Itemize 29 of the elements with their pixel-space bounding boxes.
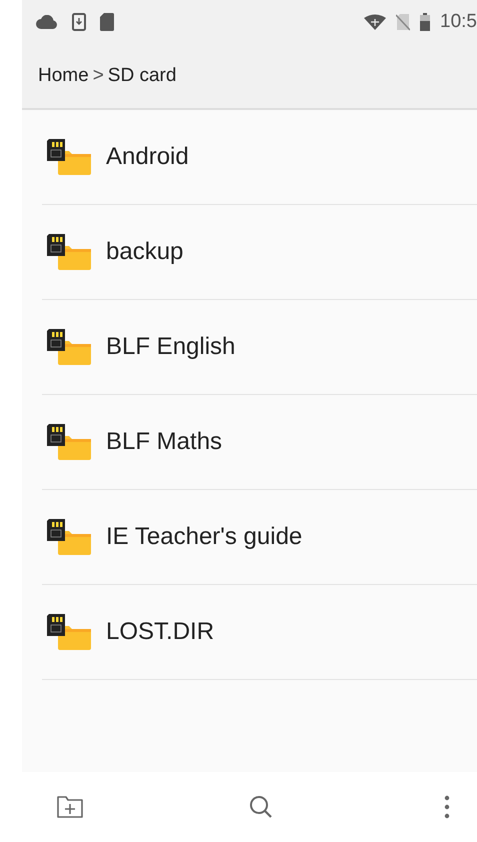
download-icon [72,13,86,31]
breadcrumb-separator: > [92,65,104,87]
folder-name: LOST.DIR [106,618,214,646]
sd-folder-icon [46,139,92,175]
sd-folder-icon [46,234,92,270]
sd-folder-icon [46,614,92,650]
battery-icon [420,13,430,31]
folder-name: BLF English [106,333,236,361]
wifi-icon [364,14,386,30]
clock-time: 10:5 [440,11,477,33]
folder-name: Android [106,143,189,171]
folder-item[interactable]: BLF English [42,300,477,395]
folder-item[interactable]: IE Teacher's guide [42,490,477,585]
sd-card-icon [100,13,114,31]
more-options-icon [443,794,451,820]
breadcrumb-item[interactable]: Home [38,65,89,87]
folder-name: backup [106,238,184,266]
sd-folder-icon [46,329,92,365]
folder-name: IE Teacher's guide [106,523,302,551]
folder-item[interactable]: LOST.DIR [42,585,477,680]
cloud-icon [36,15,58,29]
folder-item[interactable]: BLF Maths [42,395,477,490]
sd-folder-icon [46,519,92,555]
no-sim-icon [396,13,410,31]
folder-item[interactable]: backup [42,205,477,300]
folder-name: BLF Maths [106,428,222,456]
folder-item[interactable]: Android [42,110,477,205]
sd-folder-icon [46,424,92,460]
breadcrumb-item[interactable]: SD card [108,65,176,87]
